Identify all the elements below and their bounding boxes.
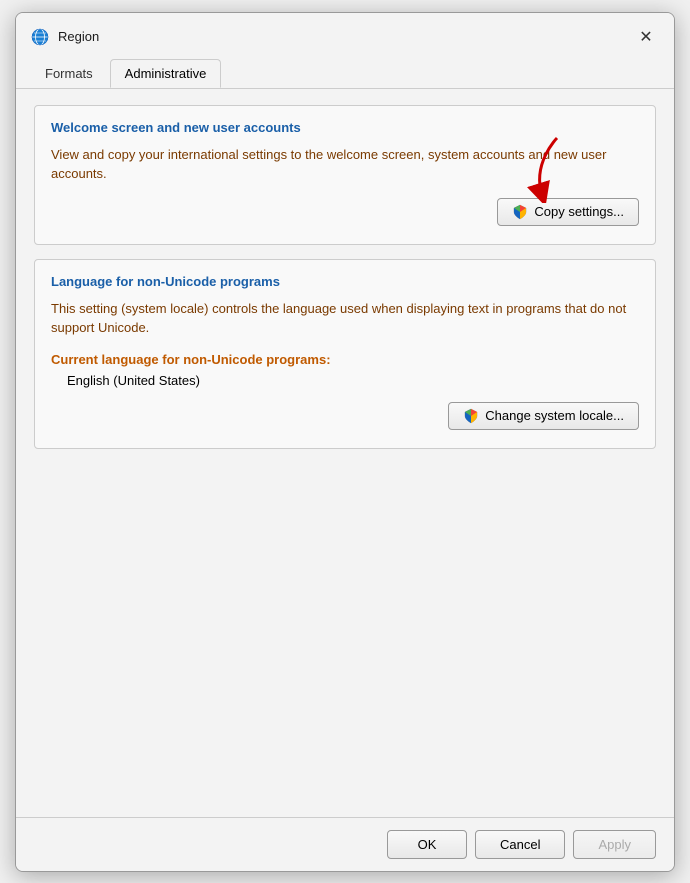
content-area: Welcome screen and new user accounts Vie… — [16, 89, 674, 817]
shield-icon-2 — [463, 408, 479, 424]
tab-bar: Formats Administrative — [16, 51, 674, 89]
region-dialog: Region ✕ Formats Administrative Welcome … — [15, 12, 675, 872]
current-lang-highlight: non-Unicode programs — [183, 352, 326, 367]
ok-button[interactable]: OK — [387, 830, 467, 859]
copy-settings-label: Copy settings... — [534, 204, 624, 219]
tab-administrative[interactable]: Administrative — [110, 59, 222, 88]
current-lang-label: Current language for non-Unicode program… — [51, 352, 639, 367]
globe-icon — [30, 27, 50, 47]
non-unicode-section: Language for non-Unicode programs This s… — [34, 259, 656, 449]
title-bar-left: Region — [30, 27, 99, 47]
change-locale-row: Change system locale... — [51, 402, 639, 430]
apply-button[interactable]: Apply — [573, 830, 656, 859]
change-system-locale-button[interactable]: Change system locale... — [448, 402, 639, 430]
arrow-annotation — [527, 133, 587, 203]
window-title: Region — [58, 29, 99, 44]
shield-icon — [512, 204, 528, 220]
non-unicode-description: This setting (system locale) controls th… — [51, 299, 639, 338]
bottom-bar: OK Cancel Apply — [16, 817, 674, 871]
welcome-screen-section: Welcome screen and new user accounts Vie… — [34, 105, 656, 245]
current-lang-value: English (United States) — [67, 373, 639, 388]
close-button[interactable]: ✕ — [632, 23, 660, 51]
title-bar: Region ✕ — [16, 13, 674, 51]
change-system-locale-label: Change system locale... — [485, 408, 624, 423]
non-unicode-title: Language for non-Unicode programs — [51, 274, 639, 289]
cancel-button[interactable]: Cancel — [475, 830, 565, 859]
tab-formats[interactable]: Formats — [30, 59, 108, 88]
